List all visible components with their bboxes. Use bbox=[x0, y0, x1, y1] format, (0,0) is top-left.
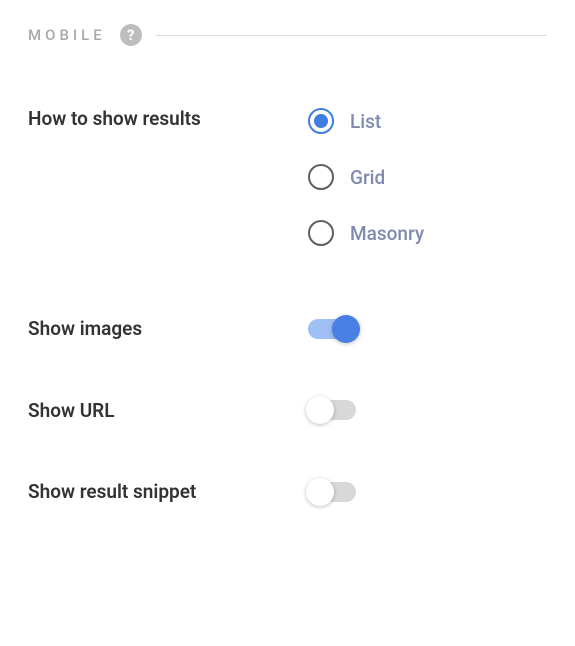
toggle-knob bbox=[332, 315, 360, 343]
section-header: MOBILE ? bbox=[28, 24, 547, 46]
toggle-knob bbox=[306, 396, 334, 424]
radio-icon bbox=[308, 108, 334, 134]
radio-option-grid[interactable]: Grid bbox=[308, 164, 547, 190]
toggle-control bbox=[308, 319, 547, 339]
radio-icon bbox=[308, 220, 334, 246]
radio-option-masonry[interactable]: Masonry bbox=[308, 220, 547, 246]
toggle-show-images[interactable] bbox=[308, 319, 356, 339]
toggle-knob bbox=[306, 478, 334, 506]
toggle-show-snippet[interactable] bbox=[308, 482, 356, 502]
setting-results-display: How to show results List Grid Masonry bbox=[28, 106, 547, 246]
setting-show-images: Show images bbox=[28, 316, 547, 342]
header-divider bbox=[156, 35, 547, 36]
toggle-control bbox=[308, 482, 547, 502]
radio-label: Grid bbox=[350, 166, 385, 189]
radio-option-list[interactable]: List bbox=[308, 108, 547, 134]
setting-label-url: Show URL bbox=[28, 398, 308, 424]
setting-label-snippet: Show result snippet bbox=[28, 479, 308, 505]
toggle-show-url[interactable] bbox=[308, 400, 356, 420]
section-title: MOBILE bbox=[28, 26, 106, 44]
radio-group-results: List Grid Masonry bbox=[308, 106, 547, 246]
radio-label: Masonry bbox=[350, 222, 424, 245]
setting-label-images: Show images bbox=[28, 316, 308, 342]
radio-label: List bbox=[350, 110, 381, 133]
help-icon[interactable]: ? bbox=[120, 24, 142, 46]
setting-label-results: How to show results bbox=[28, 106, 308, 132]
toggle-control bbox=[308, 400, 547, 420]
setting-show-snippet: Show result snippet bbox=[28, 479, 547, 505]
setting-show-url: Show URL bbox=[28, 398, 547, 424]
radio-icon bbox=[308, 164, 334, 190]
